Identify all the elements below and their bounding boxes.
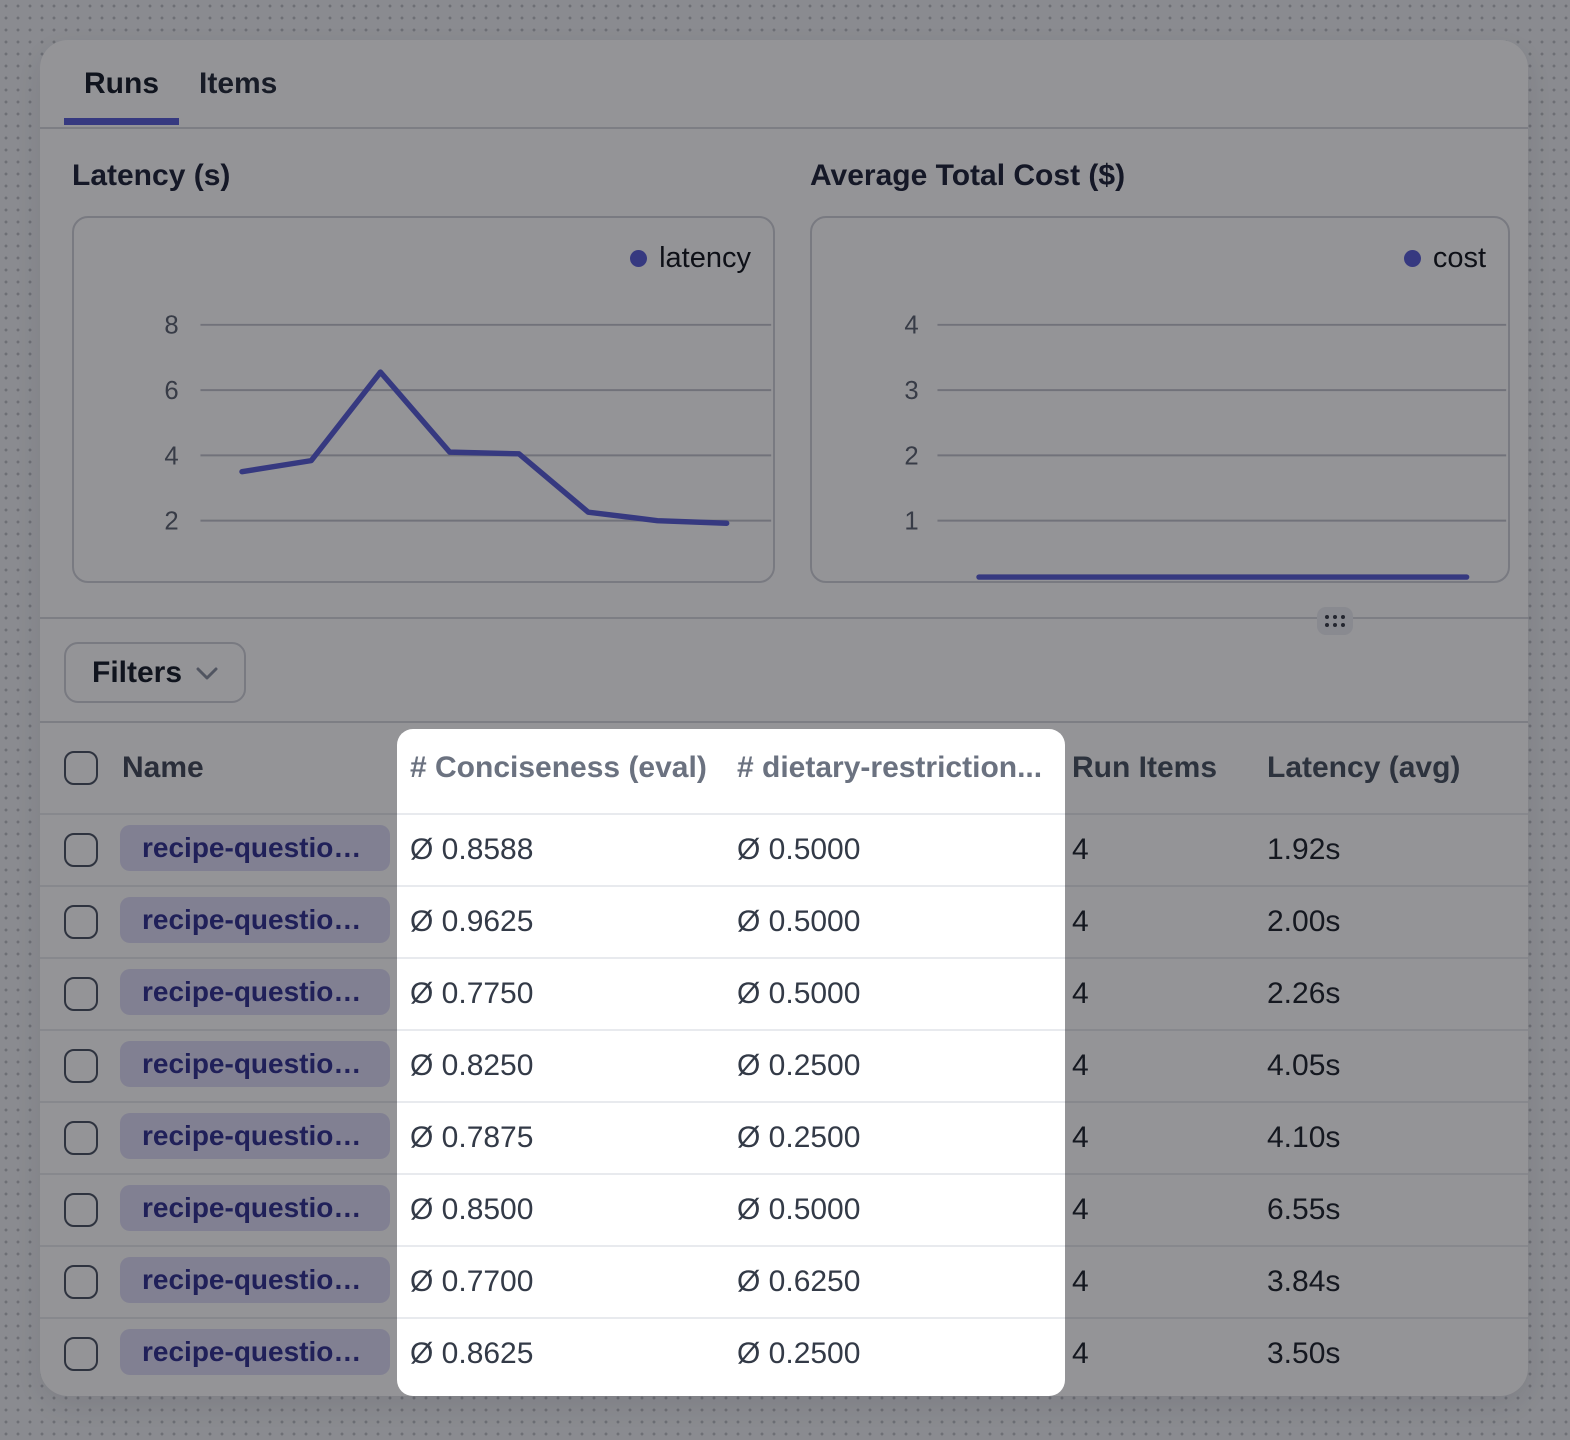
table-row[interactable]: recipe-questions... Ø 0.8625 Ø 0.2500 4 … bbox=[40, 1317, 1528, 1389]
y-tick-label: 2 bbox=[904, 442, 918, 470]
dietary-restriction-cell: Ø 0.2500 bbox=[724, 1049, 1059, 1083]
table-header-row: Name # Conciseness (eval) # dietary-rest… bbox=[40, 723, 1528, 813]
table-row[interactable]: recipe-questions... Ø 0.7700 Ø 0.6250 4 … bbox=[40, 1245, 1528, 1317]
cost-legend: cost bbox=[1404, 242, 1486, 275]
conciseness-cell: Ø 0.7750 bbox=[397, 977, 724, 1011]
latency-legend-label: latency bbox=[659, 242, 751, 275]
latency-series-line bbox=[242, 372, 727, 523]
latency-avg-cell: 4.10s bbox=[1254, 1121, 1528, 1155]
latency-avg-cell: 2.26s bbox=[1254, 977, 1528, 1011]
filters-button-label: Filters bbox=[92, 656, 182, 690]
dietary-restriction-cell: Ø 0.6250 bbox=[724, 1265, 1059, 1299]
dietary-restriction-cell: Ø 0.5000 bbox=[724, 905, 1059, 939]
tab-items-label: Items bbox=[199, 67, 277, 101]
latency-avg-cell: 6.55s bbox=[1254, 1193, 1528, 1227]
y-tick-label: 4 bbox=[904, 312, 918, 340]
filters-button[interactable]: Filters bbox=[64, 642, 246, 703]
chevron-down-icon bbox=[196, 667, 218, 681]
y-tick-label: 2 bbox=[164, 508, 178, 536]
run-name-badge[interactable]: recipe-questions... bbox=[120, 1329, 390, 1375]
active-tab-indicator bbox=[64, 118, 179, 125]
conciseness-cell: Ø 0.7875 bbox=[397, 1121, 724, 1155]
run-items-cell: 4 bbox=[1059, 1193, 1254, 1227]
y-tick-label: 1 bbox=[904, 508, 918, 536]
latency-legend: latency bbox=[630, 242, 751, 275]
app-background: { "tabs": [ { "label": "Runs", "active":… bbox=[0, 0, 1570, 1440]
run-items-cell: 4 bbox=[1059, 1121, 1254, 1155]
filters-row: Filters bbox=[40, 619, 1528, 723]
tab-runs-label: Runs bbox=[84, 67, 159, 101]
y-tick-label: 3 bbox=[904, 377, 918, 405]
run-items-cell: 4 bbox=[1059, 977, 1254, 1011]
charts-section: Latency (s) Average Total Cost ($) laten… bbox=[40, 129, 1528, 619]
column-header-run-items[interactable]: Run Items bbox=[1059, 751, 1254, 785]
cost-legend-dot-icon bbox=[1404, 250, 1421, 267]
latency-avg-cell: 1.92s bbox=[1254, 833, 1528, 867]
run-name-badge[interactable]: recipe-questions... bbox=[120, 1185, 390, 1231]
column-header-dietary-restriction[interactable]: # dietary-restriction... bbox=[724, 751, 1059, 785]
row-checkbox[interactable] bbox=[64, 1337, 98, 1371]
row-checkbox[interactable] bbox=[64, 905, 98, 939]
runs-panel-card: Runs Items Latency (s) Average Total Cos… bbox=[40, 40, 1528, 1396]
grip-dots-icon bbox=[1325, 615, 1345, 627]
dietary-restriction-cell: Ø 0.5000 bbox=[724, 1193, 1059, 1227]
column-header-conciseness[interactable]: # Conciseness (eval) bbox=[397, 751, 724, 785]
run-items-cell: 4 bbox=[1059, 1049, 1254, 1083]
table-row[interactable]: recipe-question-... Ø 0.9625 Ø 0.5000 4 … bbox=[40, 885, 1528, 957]
conciseness-cell: Ø 0.9625 bbox=[397, 905, 724, 939]
run-items-cell: 4 bbox=[1059, 1265, 1254, 1299]
y-tick-label: 6 bbox=[164, 377, 178, 405]
row-checkbox[interactable] bbox=[64, 1049, 98, 1083]
conciseness-cell: Ø 0.8625 bbox=[397, 1337, 724, 1371]
run-items-cell: 4 bbox=[1059, 833, 1254, 867]
run-items-cell: 4 bbox=[1059, 1337, 1254, 1371]
run-name-badge[interactable]: recipe-questions... bbox=[120, 1041, 390, 1087]
table-row[interactable]: recipe-questions... Ø 0.8250 Ø 0.2500 4 … bbox=[40, 1029, 1528, 1101]
conciseness-cell: Ø 0.7700 bbox=[397, 1265, 724, 1299]
cost-chart: cost 4 3 2 1 bbox=[810, 216, 1510, 583]
cost-legend-label: cost bbox=[1433, 242, 1486, 275]
row-checkbox[interactable] bbox=[64, 977, 98, 1011]
runs-table: Name # Conciseness (eval) # dietary-rest… bbox=[40, 723, 1528, 1389]
row-checkbox[interactable] bbox=[64, 833, 98, 867]
run-name-badge[interactable]: recipe-question-... bbox=[120, 969, 390, 1015]
table-row[interactable]: recipe-question-... Ø 0.7750 Ø 0.5000 4 … bbox=[40, 957, 1528, 1029]
table-row[interactable]: recipe-question-... Ø 0.8588 Ø 0.5000 4 … bbox=[40, 813, 1528, 885]
latency-avg-cell: 4.05s bbox=[1254, 1049, 1528, 1083]
conciseness-cell: Ø 0.8588 bbox=[397, 833, 724, 867]
dietary-restriction-cell: Ø 0.2500 bbox=[724, 1337, 1059, 1371]
conciseness-cell: Ø 0.8250 bbox=[397, 1049, 724, 1083]
run-items-cell: 4 bbox=[1059, 905, 1254, 939]
latency-avg-cell: 3.50s bbox=[1254, 1337, 1528, 1371]
column-header-latency-avg[interactable]: Latency (avg) bbox=[1254, 751, 1528, 785]
dietary-restriction-cell: Ø 0.2500 bbox=[724, 1121, 1059, 1155]
run-name-badge[interactable]: recipe-question-... bbox=[120, 825, 390, 871]
y-tick-label: 4 bbox=[164, 442, 178, 470]
select-all-checkbox[interactable] bbox=[64, 751, 98, 785]
conciseness-cell: Ø 0.8500 bbox=[397, 1193, 724, 1227]
cost-chart-title: Average Total Cost ($) bbox=[810, 159, 1125, 193]
latency-avg-cell: 2.00s bbox=[1254, 905, 1528, 939]
y-tick-label: 8 bbox=[164, 312, 178, 340]
table-row[interactable]: recipe-questions... Ø 0.7875 Ø 0.2500 4 … bbox=[40, 1101, 1528, 1173]
panel-resize-drag-handle-icon[interactable] bbox=[1317, 607, 1353, 635]
dietary-restriction-cell: Ø 0.5000 bbox=[724, 833, 1059, 867]
row-checkbox[interactable] bbox=[64, 1265, 98, 1299]
column-header-name[interactable]: Name bbox=[98, 751, 397, 785]
tab-runs[interactable]: Runs bbox=[64, 40, 179, 127]
dietary-restriction-cell: Ø 0.5000 bbox=[724, 977, 1059, 1011]
run-name-badge[interactable]: recipe-questions... bbox=[120, 1113, 390, 1159]
run-name-badge[interactable]: recipe-questions... bbox=[120, 1257, 390, 1303]
run-name-badge[interactable]: recipe-question-... bbox=[120, 897, 390, 943]
row-checkbox[interactable] bbox=[64, 1193, 98, 1227]
latency-legend-dot-icon bbox=[630, 250, 647, 267]
row-checkbox[interactable] bbox=[64, 1121, 98, 1155]
tab-bar: Runs Items bbox=[40, 40, 1528, 129]
latency-avg-cell: 3.84s bbox=[1254, 1265, 1528, 1299]
table-body: recipe-question-... Ø 0.8588 Ø 0.5000 4 … bbox=[40, 813, 1528, 1389]
latency-chart-title: Latency (s) bbox=[72, 159, 230, 193]
table-row[interactable]: recipe-questions... Ø 0.8500 Ø 0.5000 4 … bbox=[40, 1173, 1528, 1245]
tab-items[interactable]: Items bbox=[197, 40, 279, 127]
latency-chart: latency 8 6 4 2 bbox=[72, 216, 775, 583]
